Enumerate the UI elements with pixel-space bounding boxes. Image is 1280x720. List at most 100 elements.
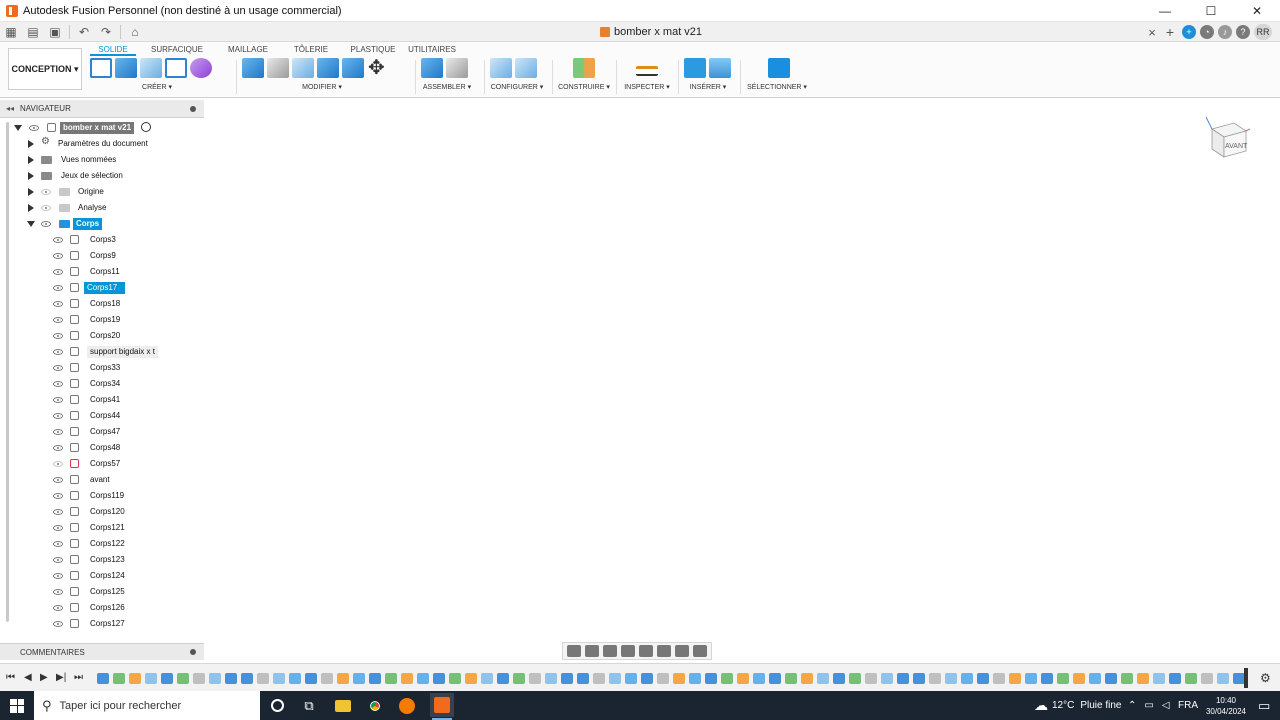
extrude-icon[interactable] [115, 58, 137, 78]
configure-icon[interactable] [490, 58, 512, 78]
body-item[interactable]: Corps3 [0, 232, 204, 248]
expand-arrow-icon[interactable] [27, 140, 35, 148]
expand-arrow-icon[interactable] [14, 124, 22, 132]
timeline-feature-icon[interactable] [705, 673, 717, 684]
inspect-menu[interactable]: INSPECTER ▾ [622, 83, 672, 91]
notification-center-icon[interactable]: ▭ [1258, 691, 1270, 720]
tab-sheet-metal[interactable]: TÔLERIE [278, 42, 344, 56]
timeline-feature-icon[interactable] [577, 673, 589, 684]
pin-icon[interactable] [190, 105, 196, 112]
visibility-eye-icon[interactable] [53, 301, 63, 307]
timeline-feature-icon[interactable] [1089, 673, 1101, 684]
timeline-feature-icon[interactable] [993, 673, 1005, 684]
body-item[interactable]: Corps121 [0, 520, 204, 536]
job-status-icon[interactable]: ◔ [1200, 25, 1214, 39]
tab-mesh[interactable]: MAILLAGE [218, 42, 278, 56]
timeline-feature-icon[interactable] [129, 673, 141, 684]
visibility-eye-icon[interactable] [41, 221, 51, 227]
display-settings-icon[interactable] [657, 645, 671, 657]
tab-solid[interactable]: SOLIDE [90, 42, 136, 56]
visibility-eye-icon[interactable] [53, 349, 63, 355]
timeline-feature-icon[interactable] [241, 673, 253, 684]
timeline-feature-icon[interactable] [641, 673, 653, 684]
visibility-eye-icon[interactable] [53, 541, 63, 547]
body-item[interactable]: Corps119 [0, 488, 204, 504]
timeline-feature-icon[interactable] [817, 673, 829, 684]
visibility-eye-icon[interactable] [53, 333, 63, 339]
show-hidden-icons-icon[interactable]: ⌃ [1128, 700, 1136, 711]
timeline-feature-icon[interactable] [929, 673, 941, 684]
timeline-feature-icon[interactable] [945, 673, 957, 684]
activate-radio-icon[interactable] [141, 122, 151, 132]
timeline-feature-icon[interactable] [961, 673, 973, 684]
taskbar-search[interactable]: ⚲ Taper ici pour rechercher [34, 691, 260, 720]
navigator-header[interactable]: ◂◂ NAVIGATEUR [0, 100, 204, 118]
body-item[interactable]: Corps44 [0, 408, 204, 424]
look-at-icon[interactable] [585, 645, 599, 657]
timeline-feature-icon[interactable] [353, 673, 365, 684]
visibility-eye-icon[interactable] [53, 621, 63, 627]
visibility-eye-icon[interactable] [53, 237, 63, 243]
timeline-feature-icon[interactable] [513, 673, 525, 684]
timeline-feature-icon[interactable] [977, 673, 989, 684]
file-explorer-icon[interactable] [332, 695, 354, 716]
folder-document-settings[interactable]: ⚙ Paramètres du document [0, 136, 204, 152]
visibility-eye-icon[interactable] [53, 397, 63, 403]
body-item[interactable]: Corps33 [0, 360, 204, 376]
visibility-eye-icon[interactable] [29, 125, 39, 131]
timeline-end-icon[interactable]: ⏭ [74, 672, 83, 683]
timeline-feature-icon[interactable] [369, 673, 381, 684]
body-item[interactable]: Corps127 [0, 616, 204, 632]
timeline-feature-icon[interactable] [465, 673, 477, 684]
viewports-icon[interactable] [693, 645, 707, 657]
timeline-feature-icon[interactable] [481, 673, 493, 684]
visibility-eye-icon[interactable] [53, 381, 63, 387]
folder-bodies[interactable]: Corps [0, 216, 204, 232]
language-indicator[interactable]: FRA [1178, 691, 1198, 720]
timeline-feature-icon[interactable] [145, 673, 157, 684]
visibility-eye-icon[interactable] [53, 573, 63, 579]
folder-selection-sets[interactable]: Jeux de sélection [0, 168, 204, 184]
folder-named-views[interactable]: Vues nommées [0, 152, 204, 168]
start-button[interactable] [0, 691, 34, 720]
timeline-feature-icon[interactable] [881, 673, 893, 684]
timeline-feature-icon[interactable] [833, 673, 845, 684]
body-item[interactable]: Corps9 [0, 248, 204, 264]
configure-table-icon[interactable] [515, 58, 537, 78]
new-tab-button[interactable]: + [1166, 24, 1174, 40]
volume-icon[interactable]: ◁ [1162, 700, 1170, 711]
timeline-feature-icon[interactable] [561, 673, 573, 684]
pan-icon[interactable] [603, 645, 617, 657]
timeline-feature-icon[interactable] [689, 673, 701, 684]
undo-icon[interactable]: ↶ [73, 23, 95, 41]
zoom-icon[interactable] [621, 645, 635, 657]
timeline-feature-icon[interactable] [161, 673, 173, 684]
timeline-feature-icon[interactable] [417, 673, 429, 684]
clock[interactable]: 10:40 30/04/2024 [1204, 691, 1248, 720]
folder-origin[interactable]: Origine [0, 184, 204, 200]
timeline-feature-icon[interactable] [593, 673, 605, 684]
timeline-feature-icon[interactable] [897, 673, 909, 684]
minimize-button[interactable]: — [1142, 0, 1188, 22]
notifications-icon[interactable]: ♪ [1218, 25, 1232, 39]
visibility-eye-icon[interactable] [53, 589, 63, 595]
assemble-menu[interactable]: ASSEMBLER ▾ [421, 83, 473, 91]
timeline-feature-icon[interactable] [625, 673, 637, 684]
timeline-feature-icon[interactable] [193, 673, 205, 684]
insert-canvas-icon[interactable] [709, 58, 731, 78]
close-window-button[interactable]: ✕ [1234, 0, 1280, 22]
timeline-feature-icon[interactable] [337, 673, 349, 684]
task-view-icon[interactable]: ⧉ [298, 695, 320, 716]
chrome-icon[interactable] [364, 695, 386, 716]
timeline-feature-icon[interactable] [609, 673, 621, 684]
timeline-feature-icon[interactable] [721, 673, 733, 684]
body-item[interactable]: Corps20 [0, 328, 204, 344]
grid-settings-icon[interactable] [675, 645, 689, 657]
joint-icon[interactable] [446, 58, 468, 78]
tab-plastic[interactable]: PLASTIQUE [344, 42, 402, 56]
split-icon[interactable] [342, 58, 364, 78]
timeline-feature-icon[interactable] [1009, 673, 1021, 684]
visibility-eye-icon[interactable] [53, 557, 63, 563]
timeline-feature-icon[interactable] [529, 673, 541, 684]
timeline-feature-icon[interactable] [97, 673, 109, 684]
